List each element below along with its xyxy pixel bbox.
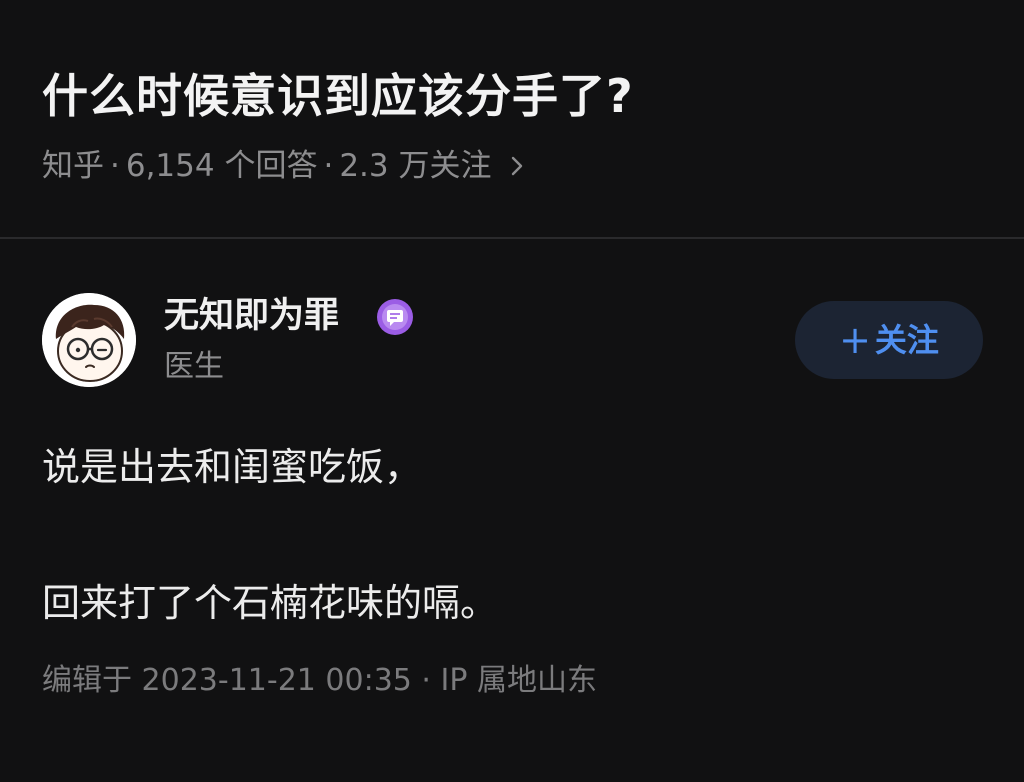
author-title: 医生 xyxy=(164,349,224,384)
follower-count: 2.3 万关注 xyxy=(339,148,492,184)
question-meta[interactable]: 知乎 · 6,154 个回答 · 2.3 万关注 xyxy=(42,144,529,188)
edit-info: 编辑于 2023-11-21 00:35 · IP 属地山东 xyxy=(42,663,597,698)
follow-button[interactable]: + 关注 xyxy=(795,301,983,379)
chevron-right-icon[interactable] xyxy=(505,154,529,178)
source-label: 知乎 xyxy=(42,148,104,184)
meta-separator: · xyxy=(323,148,334,184)
author-name[interactable]: 无知即为罪 xyxy=(164,292,339,340)
divider xyxy=(0,237,1024,239)
plus-icon: + xyxy=(839,318,871,362)
meta-separator: · xyxy=(110,148,120,184)
answer-text-line: 说是出去和闺蜜吃饭， xyxy=(42,445,423,489)
answer-count: 6,154 个回答 xyxy=(125,148,318,184)
follow-label: 关注 xyxy=(874,321,939,359)
avatar[interactable] xyxy=(42,293,136,387)
answer-text-line: 回来打了个石楠花味的嗝。 xyxy=(42,581,499,625)
question-title[interactable]: 什么时候意识到应该分手了? xyxy=(42,66,634,126)
message-badge-icon[interactable] xyxy=(376,298,414,336)
